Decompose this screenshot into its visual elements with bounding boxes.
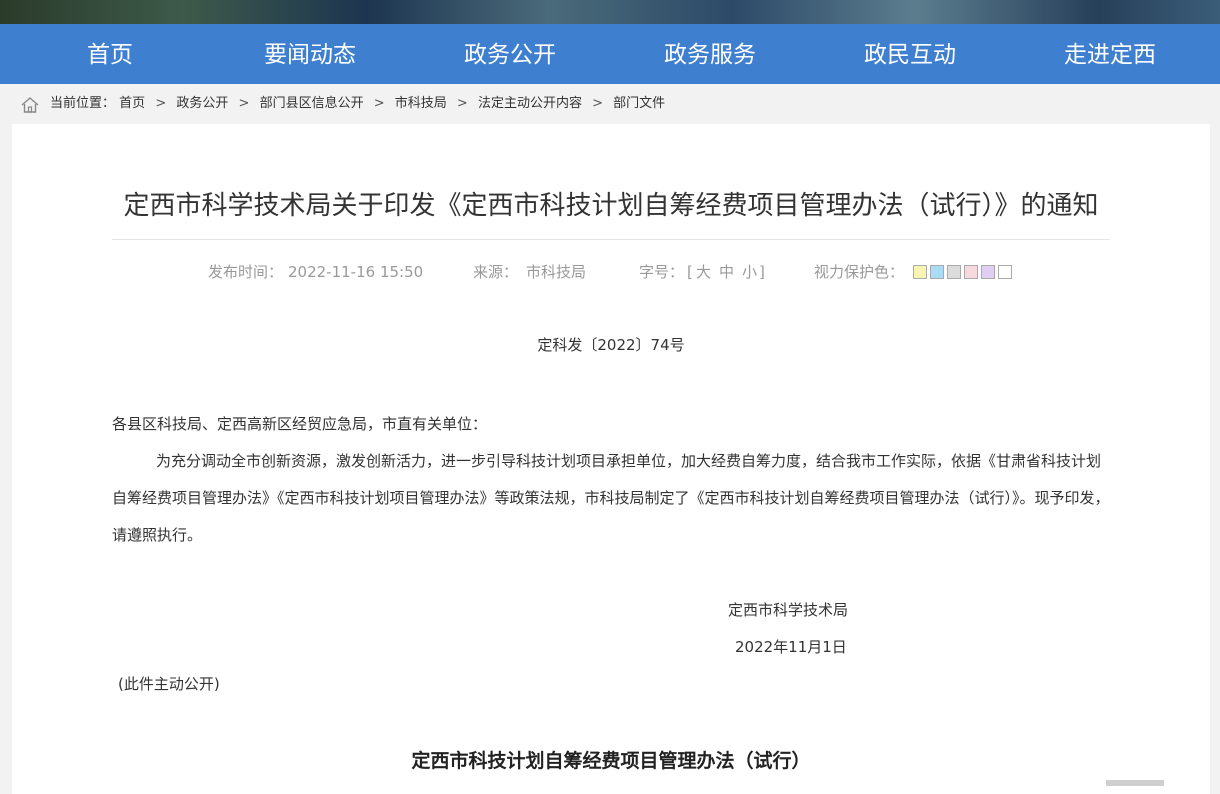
nav-home[interactable]: 首页 bbox=[10, 24, 210, 84]
signer: 定西市科学技术局 bbox=[728, 601, 849, 619]
sign-date: 2022年11月1日 bbox=[735, 638, 847, 656]
breadcrumb-home[interactable]: 首页 bbox=[119, 96, 145, 111]
main-nav: 首页 要闻动态 政务公开 政务服务 政民互动 走进定西 bbox=[0, 24, 1220, 84]
source-label: 来源： bbox=[473, 263, 519, 281]
nav-about[interactable]: 走进定西 bbox=[1010, 24, 1210, 84]
article-panel: 定西市科学技术局关于印发《定西市科技计划自筹经费项目管理办法（试行）》的通知 发… bbox=[12, 124, 1210, 794]
title-divider bbox=[112, 239, 1110, 240]
breadcrumb-legal-content[interactable]: 法定主动公开内容 bbox=[478, 96, 582, 111]
article-title: 定西市科学技术局关于印发《定西市科技计划自筹经费项目管理办法（试行）》的通知 bbox=[123, 191, 1099, 221]
home-icon bbox=[21, 97, 39, 113]
breadcrumb-gov-open[interactable]: 政务公开 bbox=[176, 96, 228, 111]
document-number: 定科发〔2022〕74号 bbox=[537, 336, 685, 354]
font-size-small[interactable]: 小 bbox=[742, 262, 757, 282]
breadcrumb: 当前位置： 首页 > 政务公开 > 部门县区信息公开 > 市科技局 > 法定主动… bbox=[12, 84, 1210, 124]
body-paragraph: 为充分调动全市创新资源，激发创新活力，进一步引导科技计划项目承担单位，加大经费自… bbox=[112, 452, 1110, 544]
breadcrumb-label: 当前位置： bbox=[50, 96, 116, 111]
breadcrumb-separator: > bbox=[238, 96, 250, 111]
color-swatch-gray[interactable] bbox=[947, 265, 961, 279]
breadcrumb-separator: > bbox=[373, 96, 385, 111]
font-size-bracket-left: [ bbox=[687, 263, 693, 281]
publish-time: 2022-11-16 15:50 bbox=[288, 263, 424, 281]
font-size-label: 字号： bbox=[639, 263, 685, 281]
attachment-title: 定西市科技计划自筹经费项目管理办法（试行） bbox=[411, 750, 811, 772]
font-size-large[interactable]: 大 bbox=[696, 262, 711, 282]
breadcrumb-separator: > bbox=[592, 96, 604, 111]
disclosure-note: (此件主动公开) bbox=[118, 675, 220, 693]
color-swatch-pink[interactable] bbox=[964, 265, 978, 279]
color-swatch-white[interactable] bbox=[998, 265, 1012, 279]
font-size-bracket-right: ] bbox=[759, 263, 765, 281]
breadcrumb-sci-bureau[interactable]: 市科技局 bbox=[395, 96, 447, 111]
breadcrumb-dept-info[interactable]: 部门县区信息公开 bbox=[260, 96, 364, 111]
salutation: 各县区科技局、定西高新区经贸应急局，市直有关单位： bbox=[112, 415, 488, 433]
publish-time-label: 发布时间： bbox=[208, 263, 284, 281]
color-swatch-purple[interactable] bbox=[981, 265, 995, 279]
nav-gov-service[interactable]: 政务服务 bbox=[610, 24, 810, 84]
source: 市科技局 bbox=[526, 263, 587, 281]
nav-news[interactable]: 要闻动态 bbox=[210, 24, 410, 84]
font-size-medium[interactable]: 中 bbox=[719, 262, 734, 282]
color-swatch-blue[interactable] bbox=[930, 265, 944, 279]
breadcrumb-separator: > bbox=[155, 96, 167, 111]
breadcrumb-dept-docs[interactable]: 部门文件 bbox=[613, 96, 665, 111]
color-swatch-yellow[interactable] bbox=[913, 265, 927, 279]
breadcrumb-separator: > bbox=[456, 96, 468, 111]
eye-care-color-label: 视力保护色： bbox=[814, 263, 905, 281]
header-banner bbox=[0, 0, 1220, 24]
nav-gov-open[interactable]: 政务公开 bbox=[410, 24, 610, 84]
nav-interaction[interactable]: 政民互动 bbox=[810, 24, 1010, 84]
scroll-indicator[interactable] bbox=[1106, 780, 1164, 786]
